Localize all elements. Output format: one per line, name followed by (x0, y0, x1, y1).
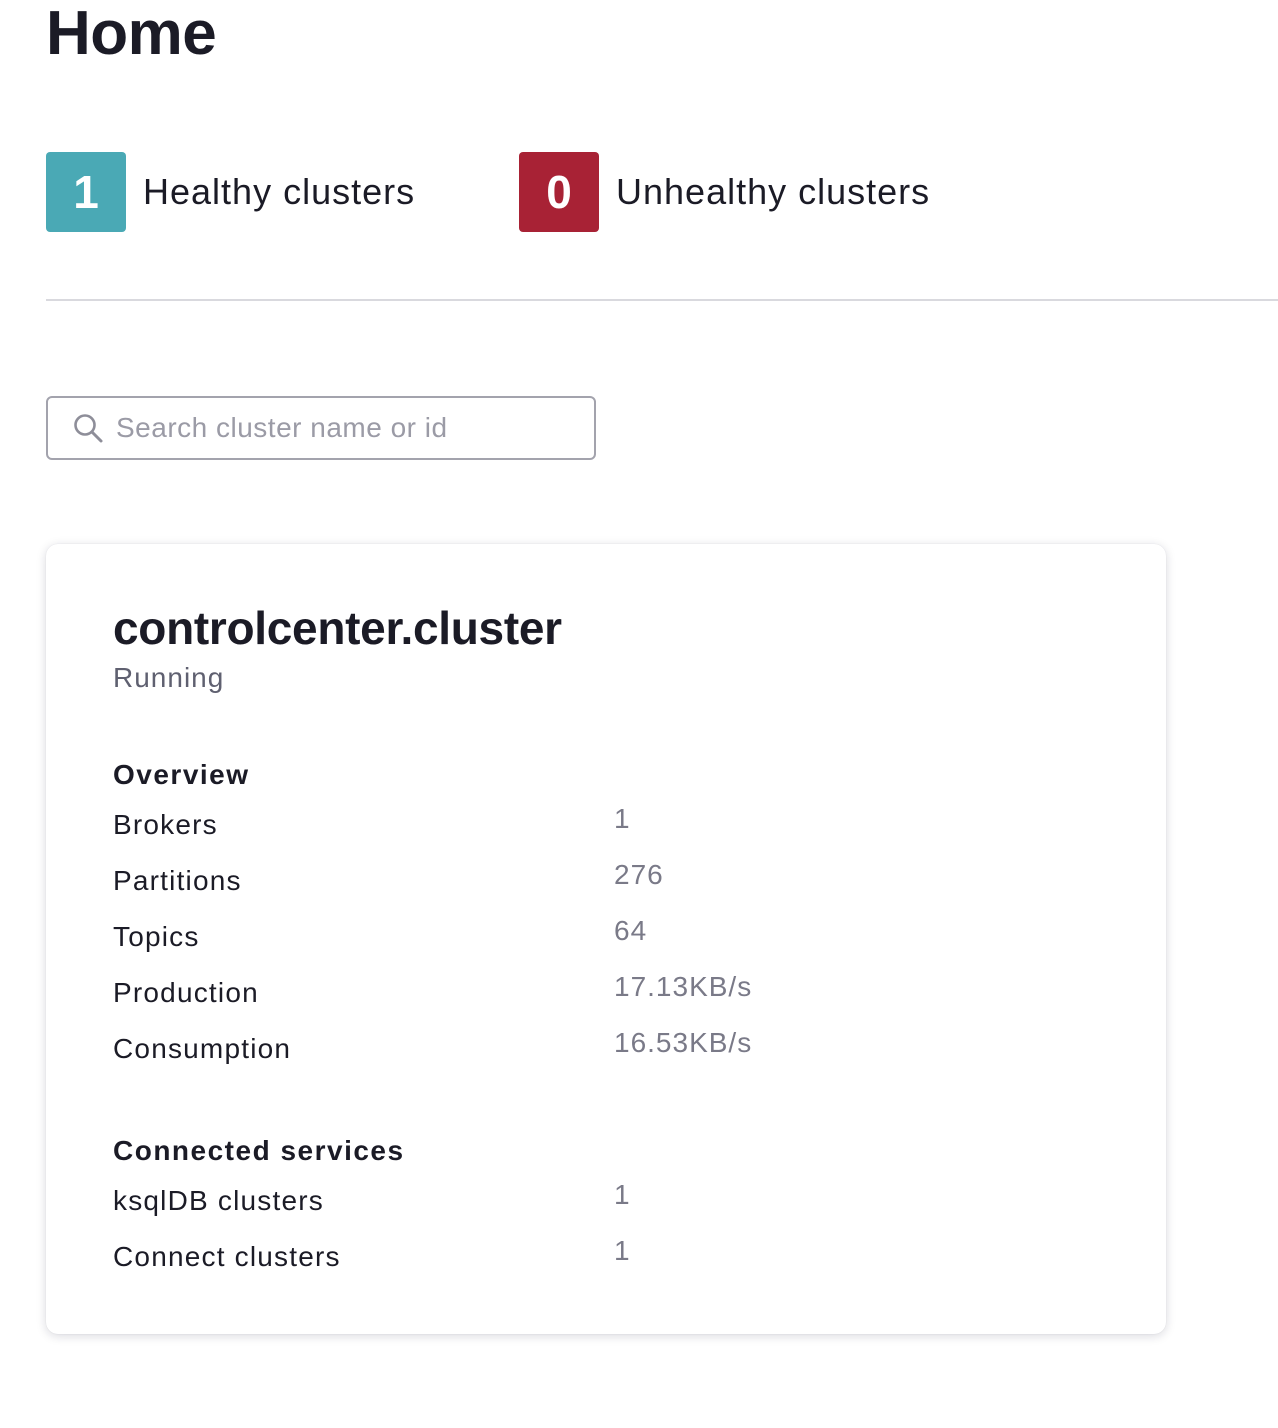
partitions-label: Partitions (113, 865, 242, 896)
healthy-clusters-stat[interactable]: 1 Healthy clusters (46, 152, 415, 232)
cluster-name[interactable]: controlcenter.cluster (113, 600, 562, 656)
cluster-card[interactable]: controlcenter.cluster Running Overview B… (46, 544, 1166, 1334)
cluster-status: Running (113, 662, 225, 693)
section-divider (46, 299, 1278, 301)
ksqldb-clusters-value: 1 (614, 1179, 631, 1210)
consumption-label: Consumption (113, 1033, 292, 1064)
healthy-count-badge: 1 (46, 152, 126, 232)
consumption-value: 16.53KB/s (614, 1027, 753, 1058)
production-label: Production (113, 977, 259, 1008)
unhealthy-count-badge: 0 (519, 152, 599, 232)
cluster-search-box[interactable] (46, 396, 596, 460)
connect-clusters-value: 1 (614, 1235, 631, 1266)
page-title: Home (46, 0, 217, 68)
production-value: 17.13KB/s (614, 971, 753, 1002)
topics-label: Topics (113, 921, 200, 952)
topics-value: 64 (614, 915, 648, 946)
brokers-label: Brokers (113, 809, 218, 840)
partitions-value: 276 (614, 859, 664, 890)
connect-clusters-label: Connect clusters (113, 1241, 341, 1272)
ksqldb-clusters-label: ksqlDB clusters (113, 1185, 324, 1216)
unhealthy-clusters-stat[interactable]: 0 Unhealthy clusters (519, 152, 930, 232)
search-icon (72, 412, 104, 444)
brokers-value: 1 (614, 803, 631, 834)
overview-heading: Overview (113, 759, 250, 790)
home-page: Home 1 Healthy clusters 0 Unhealthy clus… (0, 0, 1278, 1428)
healthy-clusters-label: Healthy clusters (143, 171, 416, 212)
unhealthy-clusters-label: Unhealthy clusters (616, 171, 931, 212)
connected-services-heading: Connected services (113, 1135, 405, 1166)
cluster-search-input[interactable] (116, 412, 576, 444)
